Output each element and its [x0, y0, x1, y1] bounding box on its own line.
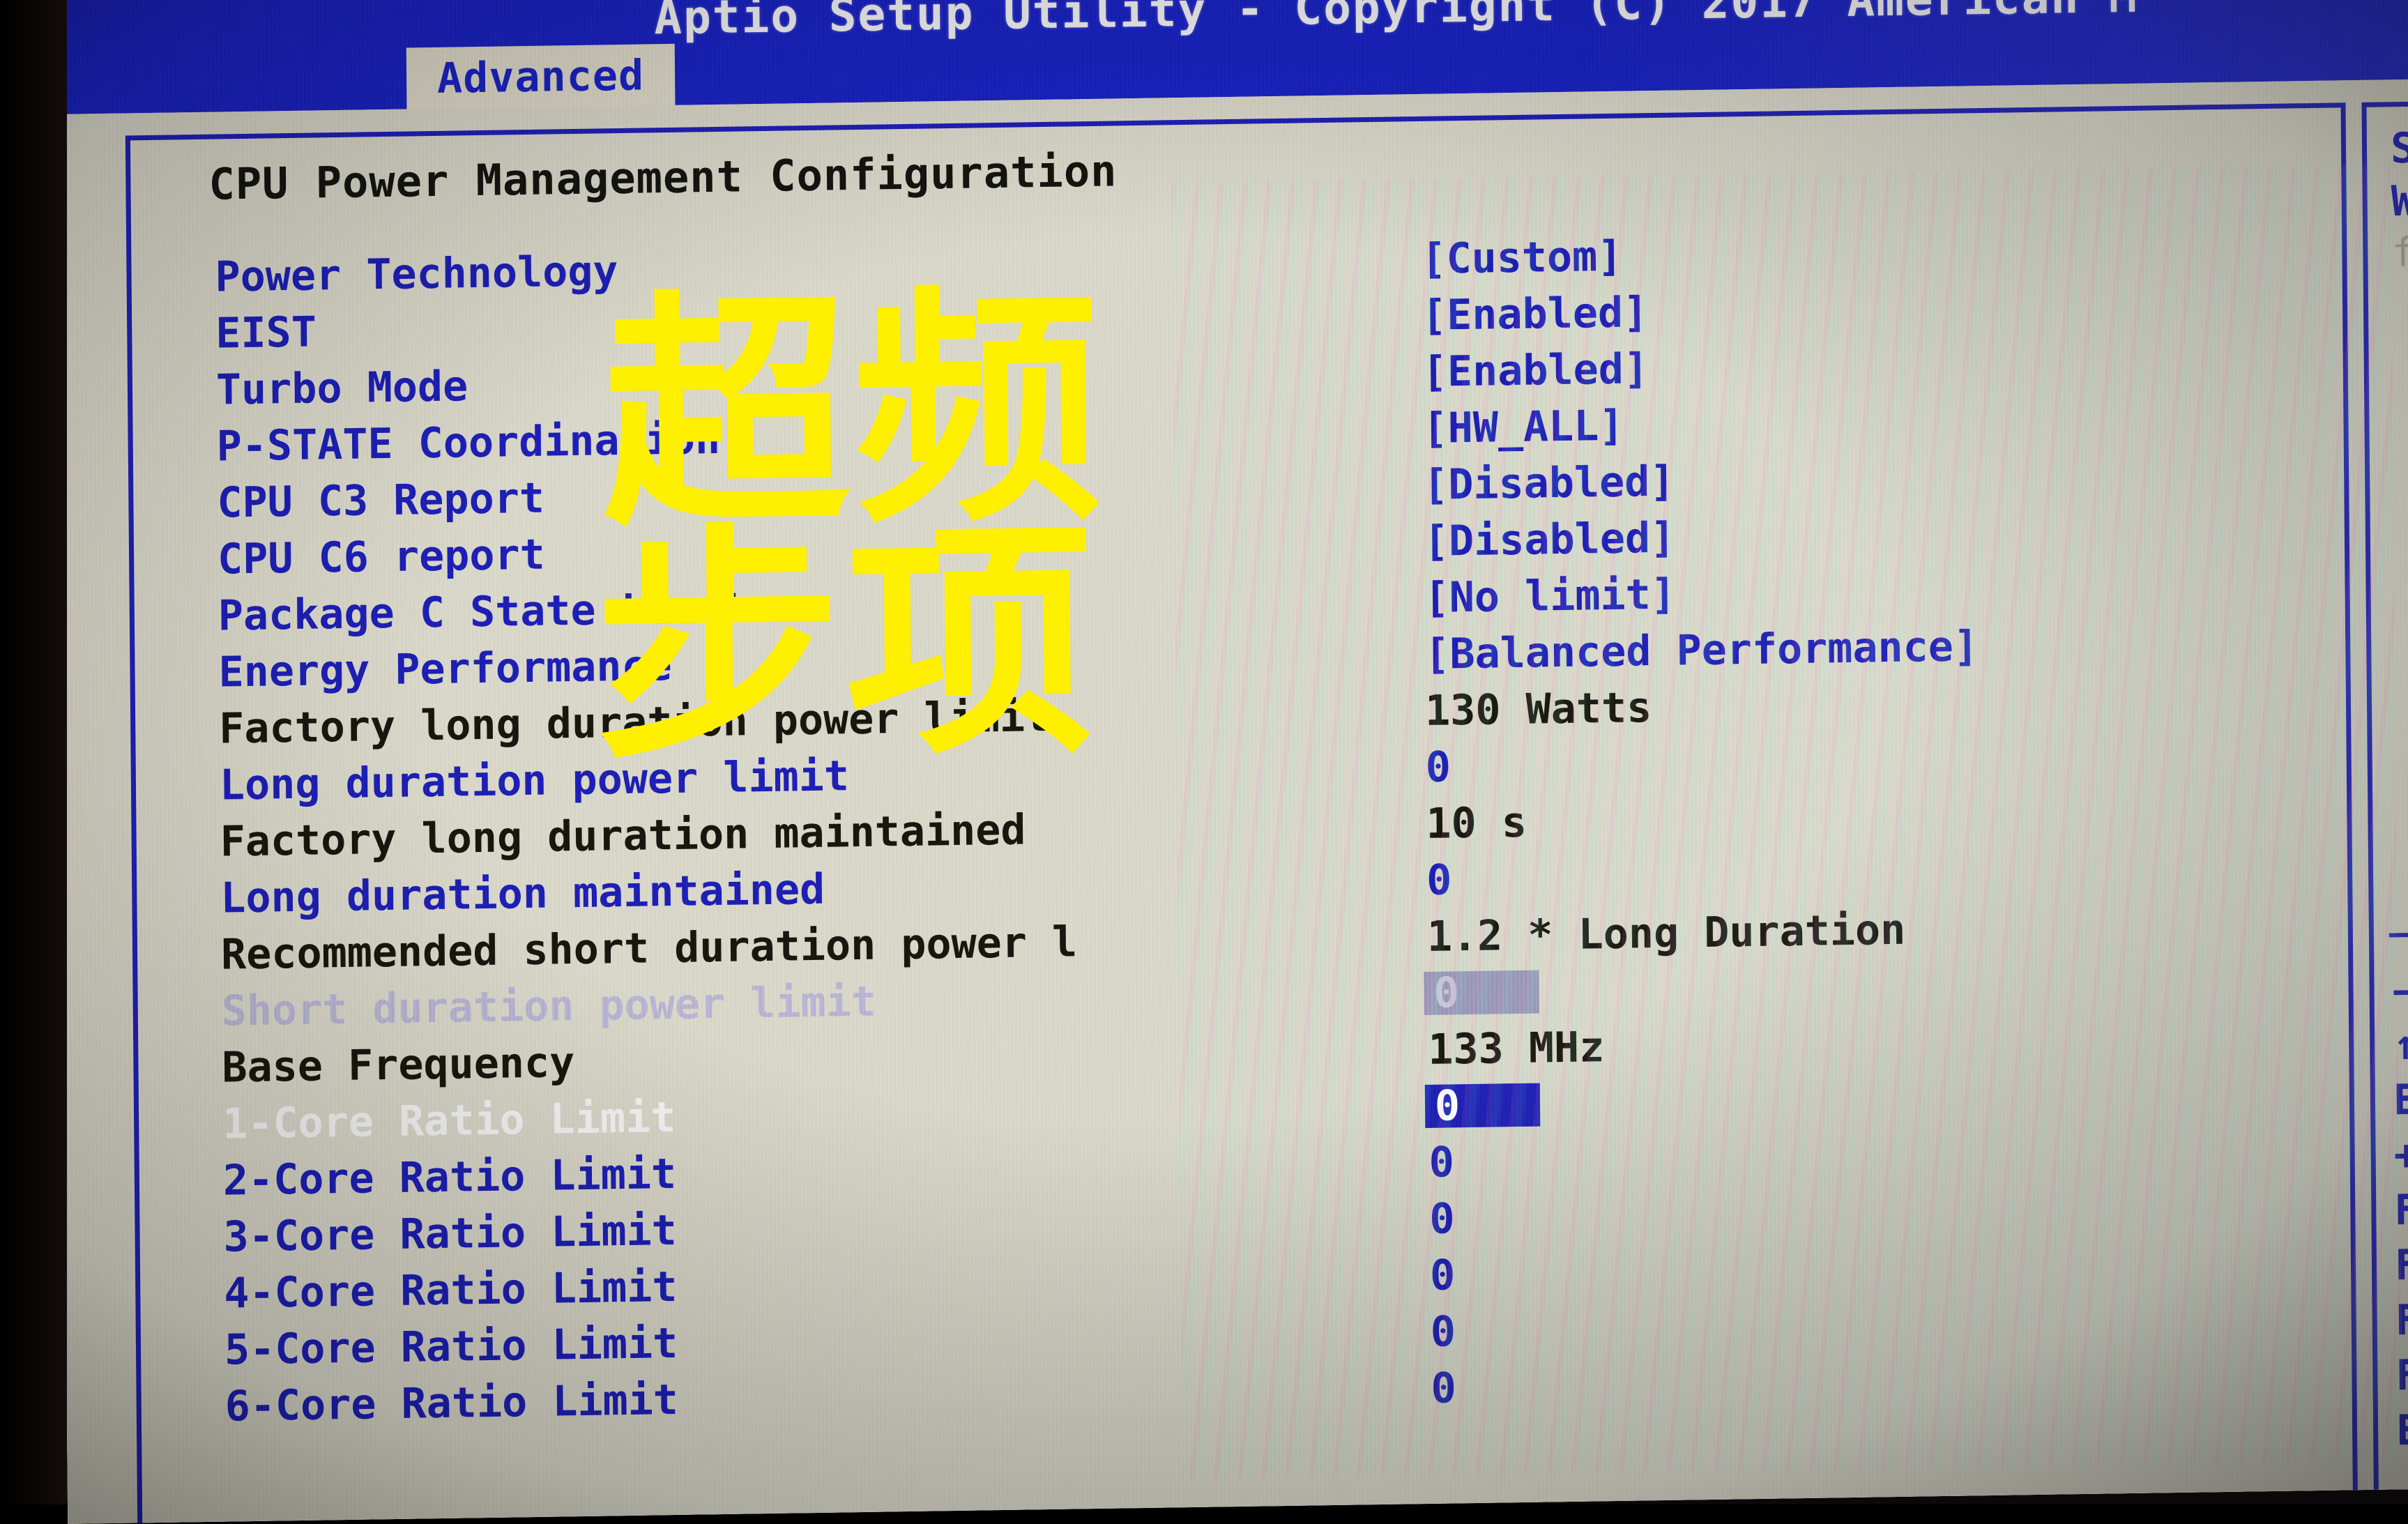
help-description: Sh Wa: [2391, 116, 2408, 228]
setting-label: 4-Core Ratio Limit: [224, 1259, 678, 1323]
setting-value[interactable]: 130 Watts: [1425, 680, 1652, 740]
setting-label: Short duration power limit: [221, 974, 876, 1040]
help-divider: [2389, 928, 2408, 937]
setting-value[interactable]: 0: [1431, 1360, 1456, 1417]
setting-value[interactable]: [No limit]: [1424, 567, 1676, 627]
watermark-line-2: 步项: [593, 526, 1108, 767]
setting-value[interactable]: 10 s: [1426, 795, 1527, 853]
setting-value[interactable]: 0: [1428, 1134, 1454, 1191]
setting-value[interactable]: 0: [1429, 1191, 1455, 1248]
key-legend: →← :↑↓ :Ente+/- :F1 :F2 :F9 : F10 :ESC :: [2392, 957, 2408, 1459]
setting-label: Power Technology: [215, 243, 618, 306]
key-legend-item: F10 :: [2395, 1342, 2408, 1403]
setting-label: 1-Core Ratio Limit: [222, 1090, 676, 1153]
help-subtext: fa: [2391, 220, 2408, 278]
key-legend-item: ESC :: [2396, 1397, 2408, 1458]
section-title: CPU Power Management Configuration: [208, 145, 1118, 209]
setting-value[interactable]: 0: [1425, 739, 1451, 796]
key-legend-item: F1 :: [2394, 1178, 2408, 1239]
key-legend-item: →← :: [2392, 957, 2408, 1019]
page-title: Aptio Setup Utility - Copyright (C) 2017…: [654, 0, 2138, 45]
key-legend-item: ↑↓ :: [2393, 1012, 2408, 1074]
setting-label: 5-Core Ratio Limit: [224, 1316, 678, 1379]
setting-label: EIST: [215, 304, 317, 362]
setting-value-field[interactable]: 0: [1424, 970, 1539, 1015]
setting-value: 0: [1433, 968, 1459, 1018]
setting-value[interactable]: 0: [1430, 1304, 1456, 1361]
setting-value[interactable]: 0: [1430, 1247, 1456, 1304]
key-legend-item: Ente: [2393, 1067, 2408, 1129]
setting-label: CPU C6 report: [218, 527, 545, 588]
setting-label: Turbo Mode: [216, 358, 468, 418]
setting-value[interactable]: [Enabled]: [1422, 284, 1649, 344]
help-panel: Sh Wa fa →← :↑↓ :Ente+/- :F1 :F2 :F9 : F…: [2361, 98, 2408, 1497]
watermark-overlay: 超频 步项: [601, 292, 1108, 767]
setting-value[interactable]: [Balanced Performance]: [1424, 618, 1979, 683]
key-legend-item: F2 :: [2395, 1233, 2408, 1294]
setting-value[interactable]: [Disabled]: [1423, 454, 1675, 514]
setting-value[interactable]: [Disabled]: [1424, 510, 1676, 570]
settings-list: Power Technology [Custom] EIST [Enabled] Tur…: [131, 218, 2352, 1436]
setting-value[interactable]: [Custom]: [1421, 229, 1623, 288]
setting-value[interactable]: [HW_ALL]: [1422, 398, 1624, 457]
setting-value: 0: [1435, 1081, 1461, 1131]
setting-label: Long duration maintained: [220, 862, 825, 927]
monitor-bezel: [0, 0, 67, 1504]
tab-advanced[interactable]: Advanced: [406, 44, 676, 114]
setting-value[interactable]: [Enabled]: [1422, 341, 1649, 401]
setting-value[interactable]: 133 MHz: [1428, 1019, 1605, 1079]
key-legend-item: F9 :: [2395, 1287, 2408, 1348]
key-legend-item: +/- :: [2393, 1122, 2408, 1184]
cpu-power-management-panel: CPU Power Management Configuration Power…: [125, 102, 2358, 1524]
setting-label: 2-Core Ratio Limit: [223, 1146, 677, 1210]
setting-label: CPU C3 Report: [217, 471, 544, 532]
setting-label: Base Frequency: [222, 1035, 574, 1097]
setting-label: 6-Core Ratio Limit: [224, 1372, 678, 1435]
monitor-photo: Aptio Setup Utility - Copyright (C) 2017…: [0, 0, 2408, 1504]
setting-label: 3-Core Ratio Limit: [223, 1203, 677, 1266]
bios-screen: Aptio Setup Utility - Copyright (C) 2017…: [54, 0, 2408, 1524]
setting-value-field[interactable]: 0: [1425, 1083, 1541, 1128]
setting-value[interactable]: 0: [1426, 852, 1452, 909]
setup-body: CPU Power Management Configuration Power…: [56, 79, 2408, 1524]
setting-value[interactable]: 1.2 * Long Duration: [1427, 902, 1906, 966]
